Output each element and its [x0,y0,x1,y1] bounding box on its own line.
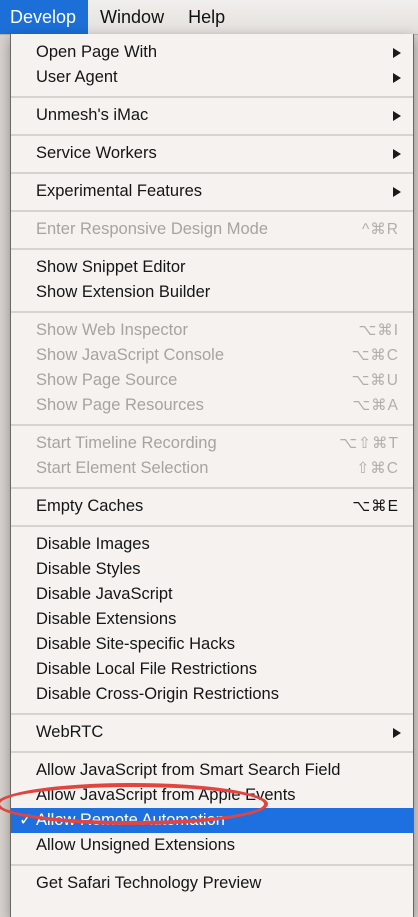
menu-separator [11,242,413,255]
menu-item-empty-caches[interactable]: Empty Caches ⌥⌘E [11,494,413,519]
menu-item-show-javascript-console: Show JavaScript Console ⌥⌘C [11,343,413,368]
menu-item-open-page-with[interactable]: Open Page With [11,40,413,65]
menu-item-start-timeline-recording: Start Timeline Recording ⌥⇧⌘T [11,431,413,456]
shortcut-label: ⌥⇧⌘T [339,435,399,452]
submenu-arrow-icon [393,187,401,197]
menu-item-unmesh-imac[interactable]: Unmesh's iMac [11,103,413,128]
menu-separator [11,519,413,532]
menu-item-disable-extensions[interactable]: Disable Extensions [11,607,413,632]
menubar-develop[interactable]: Develop [0,0,89,34]
menu-item-disable-images[interactable]: Disable Images [11,532,413,557]
shortcut-label: ⌥⌘C [351,347,399,364]
menu-item-allow-remote-automation[interactable]: ✓ Allow Remote Automation [11,808,413,833]
menu-separator [11,481,413,494]
menu-item-show-extension-builder[interactable]: Show Extension Builder [11,280,413,305]
menu-item-disable-cross-origin-restrictions[interactable]: Disable Cross-Origin Restrictions [11,682,413,707]
menu-item-allow-js-smart-search[interactable]: Allow JavaScript from Smart Search Field [11,758,413,783]
submenu-arrow-icon [393,48,401,58]
checkmark-icon: ✓ [19,811,33,829]
menu-item-start-element-selection: Start Element Selection ⇧⌘C [11,456,413,481]
shortcut-label: ^⌘R [362,221,399,238]
menu-item-get-safari-technology-preview[interactable]: Get Safari Technology Preview [11,871,413,896]
menubar-help[interactable]: Help [176,0,237,34]
shortcut-label: ⌥⌘U [351,372,399,389]
menu-item-allow-unsigned-extensions[interactable]: Allow Unsigned Extensions [11,833,413,858]
menu-separator [11,128,413,141]
menu-separator [11,204,413,217]
shortcut-label: ⇧⌘C [356,460,399,477]
menu-separator [11,90,413,103]
shortcut-label: ⌥⌘E [352,498,399,515]
develop-menu: Open Page With User Agent Unmesh's iMac … [10,34,414,917]
menubar-window[interactable]: Window [88,0,176,34]
menu-separator [11,166,413,179]
menu-item-disable-javascript[interactable]: Disable JavaScript [11,582,413,607]
shortcut-label: ⌥⌘I [358,322,399,339]
shortcut-label: ⌥⌘A [352,397,399,414]
submenu-arrow-icon [393,728,401,738]
menu-item-service-workers[interactable]: Service Workers [11,141,413,166]
menu-separator [11,305,413,318]
menu-item-disable-local-file-restrictions[interactable]: Disable Local File Restrictions [11,657,413,682]
menu-separator [11,745,413,758]
menu-separator [11,707,413,720]
menu-item-show-page-source: Show Page Source ⌥⌘U [11,368,413,393]
menu-item-user-agent[interactable]: User Agent [11,65,413,90]
submenu-arrow-icon [393,111,401,121]
menu-item-webrtc[interactable]: WebRTC [11,720,413,745]
menu-item-show-web-inspector: Show Web Inspector ⌥⌘I [11,318,413,343]
menu-separator [11,418,413,431]
menu-item-disable-styles[interactable]: Disable Styles [11,557,413,582]
submenu-arrow-icon [393,149,401,159]
menu-separator [11,858,413,871]
submenu-arrow-icon [393,73,401,83]
menu-item-experimental-features[interactable]: Experimental Features [11,179,413,204]
menu-item-show-page-resources: Show Page Resources ⌥⌘A [11,393,413,418]
menu-bar: Develop Window Help [0,0,418,35]
menu-item-show-snippet-editor[interactable]: Show Snippet Editor [11,255,413,280]
menu-item-allow-js-apple-events[interactable]: Allow JavaScript from Apple Events [11,783,413,808]
menu-item-responsive-design-mode: Enter Responsive Design Mode ^⌘R [11,217,413,242]
menu-item-disable-site-specific-hacks[interactable]: Disable Site-specific Hacks [11,632,413,657]
